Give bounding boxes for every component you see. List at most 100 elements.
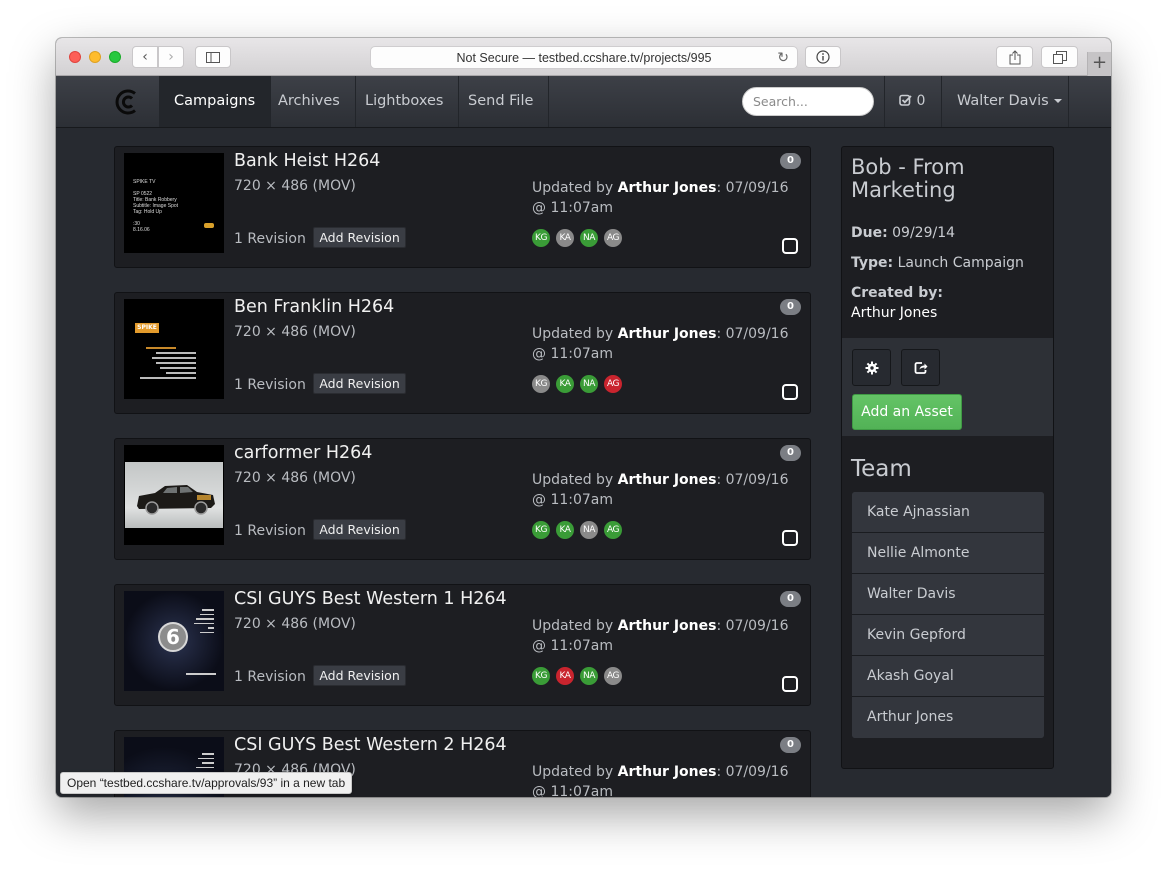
car-icon [137,485,215,515]
approval-badge: KA [556,667,574,685]
tabs-overview-button[interactable] [1041,46,1078,68]
asset-thumbnail[interactable] [124,445,224,545]
back-button[interactable]: ‹ [132,46,158,68]
asset-dimensions: 720 × 486 (MOV) [234,616,356,632]
asset-card[interactable]: 6 CSI GUYS Best Western 1 H264 720 × 486… [114,584,811,706]
approval-badge: AG [604,229,622,247]
add-revision-button[interactable]: Add Revision [313,373,406,394]
sidebar-icon [206,51,220,63]
share-button[interactable] [996,46,1033,68]
asset-title[interactable]: CSI GUYS Best Western 1 H264 [234,589,507,609]
add-revision-button[interactable]: Add Revision [313,227,406,248]
nav-tab-campaigns[interactable]: Campaigns [159,76,272,127]
updated-info: Updated by Arthur Jones: 07/09/16 @ 11:0… [532,764,789,797]
updated-info: Updated by Arthur Jones: 07/09/16 @ 11:0… [532,618,789,654]
asset-card[interactable]: SPIKE TV SP 0522 Title: Bank Robbery Sub… [114,146,811,268]
updated-info: Updated by Arthur Jones: 07/09/16 @ 11:0… [532,180,789,216]
campaign-sidebar: Bob - From Marketing Due: 09/29/14 Type:… [841,146,1054,769]
campaign-actions: Add an Asset [842,338,1053,436]
nav-divider [1068,76,1069,127]
nav-tab-archives[interactable]: Archives [263,76,356,127]
nav-divider [884,76,885,127]
revision-count: 1 Revision [234,377,306,393]
nav-tab-send-file[interactable]: Send File [453,76,550,127]
approval-badge: KA [556,375,574,393]
team-member[interactable]: Kate Ajnassian [852,492,1044,533]
team-member[interactable]: Akash Goyal [852,656,1044,697]
share-square-icon [914,361,927,374]
add-revision-button[interactable]: Add Revision [313,665,406,686]
asset-dimensions: 720 × 486 (MOV) [234,324,356,340]
minimize-window-button[interactable] [89,51,101,63]
team-member[interactable]: Nellie Almonte [852,533,1044,574]
approval-badge: AG [604,521,622,539]
team-member[interactable]: Kevin Gepford [852,615,1044,656]
approval-status-list: KG KA NA AG [532,229,622,247]
thumbnail-slate-text: SPIKE TV SP 0522 Title: Bank Robbery Sub… [133,179,179,233]
page-info-button[interactable] [805,46,841,68]
asset-title[interactable]: carformer H264 [234,443,372,463]
add-asset-button[interactable]: Add an Asset [852,394,962,430]
tabs-icon [1052,50,1067,64]
asset-title[interactable]: Bank Heist H264 [234,151,380,171]
forward-button[interactable]: › [158,46,184,68]
chevron-left-icon: ‹ [142,49,148,65]
zoom-window-button[interactable] [109,51,121,63]
add-revision-button[interactable]: Add Revision [313,519,406,540]
approval-badge: KG [532,375,550,393]
comment-count-badge: 0 [780,737,801,753]
comment-count-badge: 0 [780,445,801,461]
select-asset-checkbox[interactable] [782,676,798,692]
team-member[interactable]: Arthur Jones [852,697,1044,738]
share-campaign-button[interactable] [901,349,940,386]
asset-thumbnail[interactable]: 6 [124,591,224,691]
updated-by-name: Arthur Jones [617,764,717,780]
updated-by-name: Arthur Jones [617,472,717,488]
settings-button[interactable] [852,349,891,386]
spike-logo-icon [204,223,214,228]
asset-title[interactable]: CSI GUYS Best Western 2 H264 [234,735,507,755]
tasks-button[interactable]: 0 [899,76,925,127]
gear-icon [865,361,878,374]
sidebar-toggle-button[interactable] [195,46,231,68]
select-asset-checkbox[interactable] [782,530,798,546]
nav-divider [941,76,942,127]
revision-info: 1 Revision Add Revision [234,227,406,248]
info-icon [816,50,830,64]
approval-status-list: KG KA NA AG [532,375,622,393]
asset-title[interactable]: Ben Franklin H264 [234,297,394,317]
approval-badge: AG [604,667,622,685]
countdown-number: 6 [158,622,188,652]
team-member[interactable]: Walter Davis [852,574,1044,615]
address-bar[interactable]: Not Secure — testbed.ccshare.tv/projects… [370,46,798,69]
browser-window: ‹ › Not Secure — testbed.ccshare.tv/proj… [56,38,1111,797]
asset-card[interactable]: carformer H264 720 × 486 (MOV) 1 Revisio… [114,438,811,560]
asset-thumbnail[interactable]: SPIKE [124,299,224,399]
asset-thumbnail[interactable]: SPIKE TV SP 0522 Title: Bank Robbery Sub… [124,153,224,253]
select-asset-checkbox[interactable] [782,238,798,254]
new-tab-button[interactable]: + [1087,52,1111,76]
asset-dimensions: 720 × 486 (MOV) [234,470,356,486]
revision-info: 1 Revision Add Revision [234,665,406,686]
search-input[interactable] [742,87,874,116]
comment-count-badge: 0 [780,299,801,315]
updated-info: Updated by Arthur Jones: 07/09/16 @ 11:0… [532,326,789,362]
nav-tab-lightboxes[interactable]: Lightboxes [350,76,460,127]
asset-dimensions: 720 × 486 (MOV) [234,178,356,194]
asset-card[interactable]: SPIKE Ben Franklin H264 720 × 486 (MOV) … [114,292,811,414]
user-menu[interactable]: Walter Davis [957,76,1062,127]
campaign-content: SPIKE TV SP 0522 Title: Bank Robbery Sub… [56,128,1111,797]
select-asset-checkbox[interactable] [782,384,798,400]
comment-count-badge: 0 [780,153,801,169]
updated-by-name: Arthur Jones [617,180,717,196]
campaign-type: Type: Launch Campaign [851,255,1024,271]
close-window-button[interactable] [69,51,81,63]
reload-icon[interactable]: ↻ [777,49,789,66]
team-list: Kate Ajnassian Nellie Almonte Walter Dav… [852,492,1044,738]
team-heading: Team [851,456,912,482]
spike-logo-icon: SPIKE [135,323,159,333]
comedy-central-logo[interactable] [113,88,143,116]
approval-badge: NA [580,667,598,685]
tasks-count: 0 [916,93,926,109]
updated-by-name: Arthur Jones [617,618,717,634]
